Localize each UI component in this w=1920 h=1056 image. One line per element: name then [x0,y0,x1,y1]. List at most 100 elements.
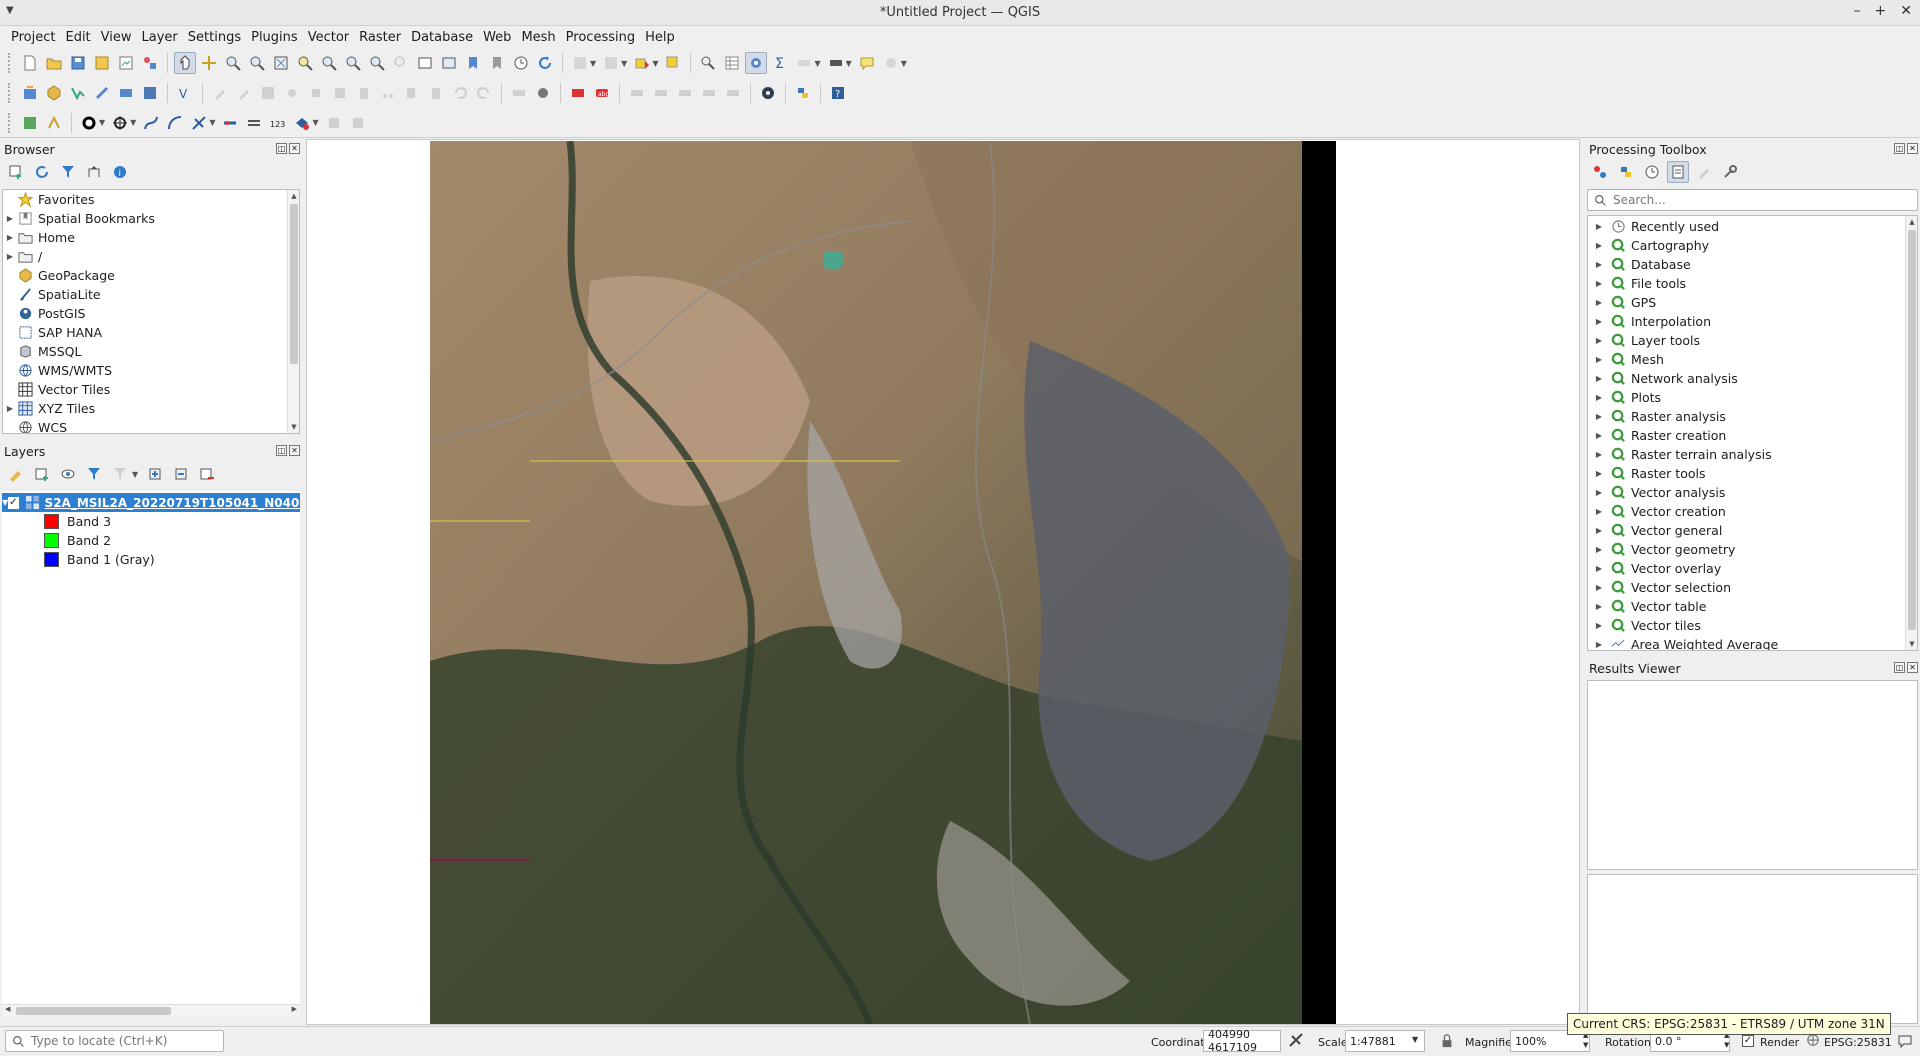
expand-arrow-icon[interactable]: ▶ [1588,241,1610,250]
expand-arrow-icon[interactable]: ▶ [1588,488,1610,497]
band-legend-item[interactable]: Band 1 (Gray) [2,550,300,569]
redo-icon[interactable] [473,82,495,104]
processing-provider-item[interactable]: ▶ Database [1588,255,1917,274]
help-icon[interactable]: ? [827,82,849,104]
browser-item[interactable]: WCS [3,418,299,433]
processing-provider-item[interactable]: ▶ Plots [1588,388,1917,407]
layer-visibility-checkbox[interactable]: ✓ [8,496,19,509]
remove-layer-icon[interactable] [196,463,218,485]
measure-icon[interactable] [793,52,815,74]
chevron-down-icon[interactable]: ▼ [814,59,820,68]
zoom-out-icon[interactable] [246,52,268,74]
filter-legend-icon[interactable] [83,463,105,485]
refresh-icon[interactable] [534,52,556,74]
menu-plugins[interactable]: Plugins [246,30,303,45]
results-list[interactable] [1587,680,1918,870]
expand-arrow-icon[interactable]: ▶ [1588,621,1610,630]
processing-provider-item[interactable]: ▶ Cartography [1588,236,1917,255]
diagram-icon[interactable] [532,82,554,104]
add-group-icon[interactable] [31,463,53,485]
new-project-icon[interactable] [19,52,41,74]
browser-item[interactable]: ▶ Home [3,228,299,247]
expand-arrow-icon[interactable]: ▶ [1588,374,1610,383]
annotation-icon[interactable] [856,52,878,74]
layer-row[interactable]: ▼ ✓ S2A_MSIL2A_20220719T105041_N0400_R [2,493,300,512]
expand-arrow-icon[interactable]: ▶ [1588,526,1610,535]
curve-tool-icon[interactable] [140,112,162,134]
zoom-native-icon[interactable] [342,52,364,74]
pin-labels-icon[interactable] [626,82,648,104]
expand-arrow-icon[interactable]: ▶ [3,404,17,413]
close-panel-icon[interactable]: ✕ [289,445,300,456]
processing-provider-item[interactable]: ▶ Vector table [1588,597,1917,616]
close-panel-icon[interactable]: ✕ [1907,143,1918,154]
refresh-icon[interactable] [31,161,53,183]
show-bookmarks-icon[interactable] [486,52,508,74]
chevron-down-icon[interactable]: ▼ [652,59,658,68]
save-project-icon[interactable] [67,52,89,74]
locator-icon[interactable] [19,112,41,134]
paste-features-icon[interactable] [425,82,447,104]
pan-to-selection-icon[interactable] [198,52,220,74]
processing-provider-item[interactable]: ▶ GPS [1588,293,1917,312]
float-panel-icon[interactable]: ◫ [1894,143,1905,154]
print-layout-icon[interactable] [115,52,137,74]
expand-arrow-icon[interactable]: ▶ [1588,450,1610,459]
menu-mesh[interactable]: Mesh [516,30,560,45]
change-label-icon[interactable] [722,82,744,104]
processing-provider-item[interactable]: ▶ Recently used [1588,217,1917,236]
settings-icon[interactable] [880,52,902,74]
window-menu-icon[interactable]: ▼ [6,5,14,16]
expand-arrow-icon[interactable]: ▶ [1588,317,1610,326]
toggle-extents-icon[interactable] [1288,1032,1304,1048]
processing-provider-item[interactable]: ▶ Vector selection [1588,578,1917,597]
expand-arrow-icon[interactable]: ▶ [1588,260,1610,269]
new-map-view-icon[interactable] [414,52,436,74]
processing-provider-item[interactable]: ▶ Vector geometry [1588,540,1917,559]
layers-hscrollbar[interactable]: ◀ ▶ [2,1004,300,1016]
menu-processing[interactable]: Processing [561,30,640,45]
open-attribute-table-icon[interactable] [697,52,719,74]
properties-info-icon[interactable]: i [109,161,131,183]
edit-features-in-place-icon[interactable] [1693,161,1715,183]
new-virtual-layer-icon[interactable] [115,82,137,104]
layer-labeling-icon[interactable] [567,82,589,104]
processing-provider-item[interactable]: ▶ Network analysis [1588,369,1917,388]
expand-arrow-icon[interactable]: ▶ [1588,564,1610,573]
expand-arrow-icon[interactable]: ▶ [1588,583,1610,592]
undo-icon[interactable] [449,82,471,104]
save-as-icon[interactable] [91,52,113,74]
label-icon[interactable] [508,82,530,104]
copy-features-icon[interactable] [401,82,423,104]
gps-icon[interactable] [757,82,779,104]
expand-arrow-icon[interactable]: ▶ [1588,222,1610,231]
processing-provider-item[interactable]: ▶ Raster analysis [1588,407,1917,426]
rotate-label-icon[interactable] [698,82,720,104]
split-features-icon[interactable] [323,112,345,134]
reshape-icon[interactable] [219,112,241,134]
cut-features-icon[interactable] [377,82,399,104]
menu-layer[interactable]: Layer [137,30,183,45]
expand-all-icon[interactable] [144,463,166,485]
band-legend-item[interactable]: Band 3 [2,512,300,531]
scripts-python-icon[interactable] [1615,161,1637,183]
close-panel-icon[interactable]: ✕ [289,143,300,154]
new-bookmark-icon[interactable] [462,52,484,74]
processing-provider-item[interactable]: ▶ Vector overlay [1588,559,1917,578]
render-checkbox[interactable]: ✓ [1742,1035,1754,1047]
scale-dropdown-icon[interactable]: ▼ [1412,1035,1418,1044]
menu-view[interactable]: View [96,30,137,45]
expand-arrow-icon[interactable]: ▶ [1588,279,1610,288]
browser-item[interactable]: Favorites [3,190,299,209]
browser-item[interactable]: SpatiaLite [3,285,299,304]
expand-arrow-icon[interactable]: ▶ [1588,298,1610,307]
expand-arrow-icon[interactable]: ▶ [1588,412,1610,421]
processing-provider-item[interactable]: ▶ Mesh [1588,350,1917,369]
expand-arrow-icon[interactable]: ▶ [1588,431,1610,440]
menu-edit[interactable]: Edit [60,30,95,45]
expand-arrow-icon[interactable]: ▶ [1588,469,1610,478]
options-wrench-icon[interactable] [1719,161,1741,183]
current-edits-icon[interactable] [209,82,231,104]
delete-selected-icon[interactable] [353,82,375,104]
expand-arrow-icon[interactable]: ▶ [1588,336,1610,345]
